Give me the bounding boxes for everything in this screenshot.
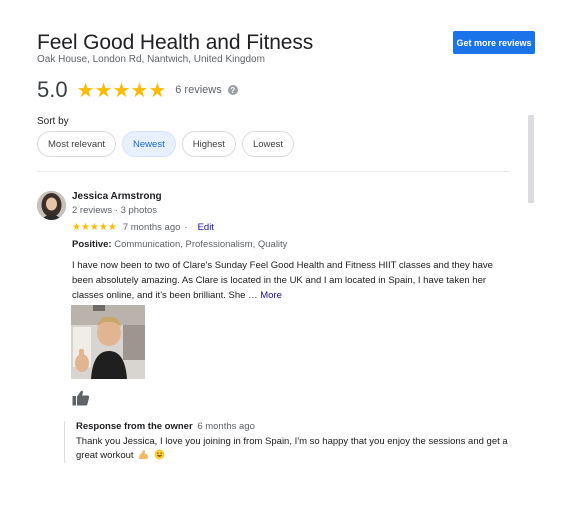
owner-response-title: Response from the owner [76, 421, 193, 432]
review-text: I have now been to two of Clare's Sunday… [72, 258, 512, 303]
sort-lowest-chip[interactable]: Lowest [241, 131, 295, 157]
owner-response-date: 6 months ago [197, 421, 255, 432]
owner-response: Response from the owner 6 months ago Tha… [64, 421, 524, 463]
divider [37, 171, 510, 172]
review-rating-row: ★★★★★ 7 months ago · Edit [72, 222, 214, 233]
business-address: Oak House, London Rd, Nantwich, United K… [37, 54, 265, 65]
grinning-face-icon [154, 449, 165, 460]
review-time: 7 months ago [122, 222, 181, 233]
more-link[interactable]: More [260, 290, 282, 301]
flexed-biceps-icon [138, 449, 149, 460]
sort-by-label: Sort by [37, 116, 69, 127]
owner-response-header: Response from the owner 6 months ago [76, 421, 524, 432]
review-stars: ★★★★★ [72, 222, 117, 233]
separator: · [184, 222, 188, 233]
rating-summary: 5.0 ★★★★★ 6 reviews ? [37, 77, 238, 103]
rating-stars: ★★★★★ [76, 79, 167, 102]
avatar[interactable] [37, 191, 66, 220]
review-photo[interactable] [71, 305, 145, 379]
get-more-reviews-button[interactable]: Get more reviews [453, 31, 535, 54]
help-icon[interactable]: ? [227, 85, 238, 95]
review-count: 6 reviews [175, 84, 222, 96]
reviewer-name[interactable]: Jessica Armstrong [72, 191, 162, 202]
reviewer-meta: 2 reviews · 3 photos [72, 205, 158, 216]
thumbs-up-icon[interactable] [72, 390, 90, 406]
review-body: I have now been to two of Clare's Sunday… [72, 260, 493, 301]
business-title: Feel Good Health and Fitness [37, 31, 314, 54]
edit-link[interactable]: Edit [198, 222, 214, 233]
sort-options: Most relevant Newest Highest Lowest [37, 131, 295, 157]
positive-label: Positive: [72, 239, 112, 250]
scrollbar-thumb[interactable] [528, 115, 534, 203]
rating-value: 5.0 [37, 77, 68, 102]
sort-newest-chip[interactable]: Newest [122, 131, 176, 157]
owner-response-text-block: Thank you Jessica, I love you joining in… [76, 435, 521, 463]
sort-highest-chip[interactable]: Highest [181, 131, 236, 157]
positive-attributes: Positive: Communication, Professionalism… [72, 239, 287, 250]
positive-values: Communication, Professionalism, Quality [114, 239, 288, 250]
sort-most-relevant-chip[interactable]: Most relevant [37, 131, 117, 157]
